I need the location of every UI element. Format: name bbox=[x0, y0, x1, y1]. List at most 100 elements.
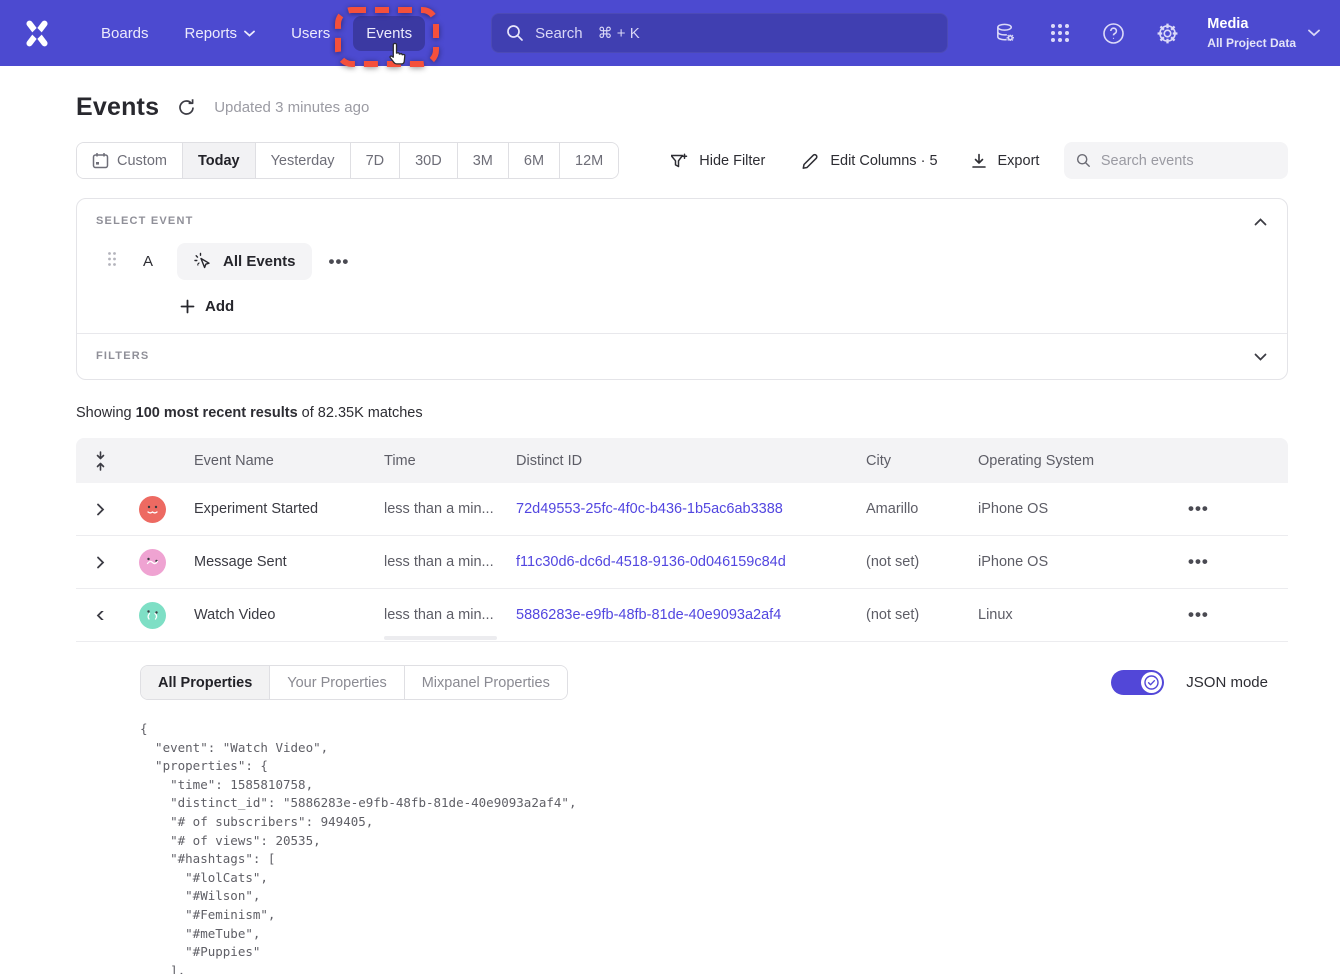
time-cell: less than a min... bbox=[370, 607, 502, 623]
drag-handle-icon[interactable] bbox=[107, 251, 119, 272]
calendar-icon bbox=[92, 152, 109, 169]
row-more-button[interactable]: ••• bbox=[1188, 552, 1209, 571]
event-more-button[interactable]: ••• bbox=[329, 252, 350, 272]
row-more-button[interactable]: ••• bbox=[1188, 499, 1209, 518]
project-name: Media bbox=[1207, 15, 1296, 35]
download-icon bbox=[970, 152, 988, 170]
nav-item-reports[interactable]: Reports bbox=[172, 16, 269, 51]
properties-tabs: All Properties Your Properties Mixpanel … bbox=[140, 665, 568, 700]
column-header-distinct-id[interactable]: Distinct ID bbox=[502, 453, 852, 469]
search-events-input[interactable] bbox=[1101, 153, 1276, 169]
edit-columns-button[interactable]: Edit Columns · 5 bbox=[801, 151, 937, 170]
nav-item-users[interactable]: Users bbox=[278, 16, 343, 51]
table-row: Experiment Started less than a min... 72… bbox=[76, 483, 1288, 536]
distinct-id-link[interactable]: 72d49553-25fc-4f0c-b436-1b5ac6ab3388 bbox=[516, 501, 783, 517]
date-range-3m[interactable]: 3M bbox=[458, 143, 509, 178]
chevron-down-icon[interactable] bbox=[1308, 24, 1320, 42]
toolbar: Custom Today Yesterday 7D 30D 3M 6M 12M … bbox=[76, 142, 1288, 179]
event-avatar bbox=[124, 602, 180, 629]
search-placeholder: Search bbox=[535, 25, 583, 42]
page-title: Events bbox=[76, 93, 159, 122]
help-icon[interactable] bbox=[1102, 22, 1125, 45]
chevron-down-icon bbox=[244, 30, 255, 37]
mixpanel-logo-icon[interactable] bbox=[20, 16, 54, 50]
add-event-label: Add bbox=[205, 298, 234, 315]
chevron-up-icon[interactable] bbox=[1254, 213, 1267, 231]
nav-items: Boards Reports Users Events bbox=[88, 16, 425, 51]
column-scrollbar-thumb[interactable] bbox=[384, 636, 497, 640]
check-icon bbox=[1144, 675, 1159, 690]
plus-icon bbox=[180, 299, 195, 314]
filters-section: FILTERS bbox=[77, 334, 1287, 379]
json-mode-label: JSON mode bbox=[1186, 674, 1268, 691]
search-icon bbox=[506, 24, 524, 42]
expand-row-icon[interactable] bbox=[76, 503, 124, 516]
column-header-city[interactable]: City bbox=[852, 453, 964, 469]
row-more-button[interactable]: ••• bbox=[1188, 605, 1209, 624]
date-range-label: 3M bbox=[473, 153, 493, 169]
json-mode-toggle[interactable] bbox=[1111, 670, 1164, 695]
project-selector[interactable]: Media All Project Data bbox=[1207, 15, 1296, 51]
event-selector-button[interactable]: All Events bbox=[177, 243, 312, 280]
search-shortcut-hint: ⌘ + K bbox=[598, 24, 640, 42]
event-json-viewer[interactable]: { "event": "Watch Video", "properties": … bbox=[140, 720, 1268, 974]
collapse-row-icon[interactable] bbox=[76, 611, 124, 620]
event-avatar bbox=[124, 549, 180, 576]
date-range-custom[interactable]: Custom bbox=[77, 143, 183, 178]
date-range-label: Yesterday bbox=[271, 153, 335, 169]
expand-row-icon[interactable] bbox=[76, 556, 124, 569]
search-events-field[interactable] bbox=[1064, 142, 1288, 179]
add-event-button[interactable]: Add bbox=[180, 298, 1268, 315]
distinct-id-link[interactable]: 5886283e-e9fb-48fb-81de-40e9093a2af4 bbox=[516, 607, 781, 623]
events-table: Event Name Time Distinct ID City Operati… bbox=[76, 438, 1288, 974]
date-range-label: Today bbox=[198, 153, 240, 169]
clause-letter: A bbox=[143, 253, 157, 270]
hide-filter-button[interactable]: Hide Filter bbox=[669, 151, 765, 170]
date-range-control: Custom Today Yesterday 7D 30D 3M 6M 12M bbox=[76, 142, 619, 179]
date-range-12m[interactable]: 12M bbox=[560, 143, 618, 178]
event-detail-panel: All Properties Your Properties Mixpanel … bbox=[76, 642, 1288, 974]
date-range-label: 12M bbox=[575, 153, 603, 169]
nav-item-label: Reports bbox=[185, 25, 238, 42]
date-range-label: 7D bbox=[366, 153, 385, 169]
time-cell: less than a min... bbox=[370, 554, 502, 570]
column-header-event-name[interactable]: Event Name bbox=[180, 453, 370, 469]
global-search-input[interactable]: Search ⌘ + K bbox=[491, 13, 948, 53]
collapse-rows-icon[interactable] bbox=[76, 451, 124, 471]
project-subtitle: All Project Data bbox=[1207, 35, 1296, 51]
summary-suffix: of 82.35K matches bbox=[298, 405, 423, 421]
date-range-7d[interactable]: 7D bbox=[351, 143, 401, 178]
settings-icon[interactable] bbox=[1156, 22, 1179, 45]
tab-all-properties[interactable]: All Properties bbox=[141, 666, 270, 699]
date-range-yesterday[interactable]: Yesterday bbox=[256, 143, 351, 178]
tab-your-properties[interactable]: Your Properties bbox=[270, 666, 404, 699]
export-button[interactable]: Export bbox=[970, 152, 1040, 170]
nav-item-events[interactable]: Events bbox=[353, 16, 425, 51]
distinct-id-link[interactable]: f11c30d6-dc6d-4518-9136-0d046159c84d bbox=[516, 554, 786, 570]
pencil-icon bbox=[801, 151, 820, 170]
chevron-down-icon[interactable] bbox=[1254, 348, 1267, 366]
table-row: Message Sent less than a min... f11c30d6… bbox=[76, 536, 1288, 589]
tab-mixpanel-properties[interactable]: Mixpanel Properties bbox=[405, 666, 567, 699]
event-name-cell: Watch Video bbox=[180, 607, 370, 623]
toggle-knob bbox=[1141, 672, 1162, 693]
navbar-icon-cluster bbox=[994, 22, 1179, 45]
nav-item-boards[interactable]: Boards bbox=[88, 16, 162, 51]
summary-count: 100 most recent results bbox=[136, 405, 298, 421]
date-range-30d[interactable]: 30D bbox=[400, 143, 458, 178]
date-range-6m[interactable]: 6M bbox=[509, 143, 560, 178]
data-sources-icon[interactable] bbox=[994, 22, 1017, 45]
filters-label: FILTERS bbox=[96, 350, 1268, 362]
select-event-section: SELECT EVENT A bbox=[77, 199, 1287, 333]
select-event-label: SELECT EVENT bbox=[96, 215, 1268, 227]
nav-item-label: Events bbox=[366, 25, 412, 42]
cursor-sparkle-icon bbox=[193, 251, 214, 272]
column-header-os[interactable]: Operating System bbox=[964, 453, 1174, 469]
column-header-time[interactable]: Time bbox=[370, 453, 502, 469]
date-range-today[interactable]: Today bbox=[183, 143, 256, 178]
export-label: Export bbox=[998, 153, 1040, 169]
selected-event-label: All Events bbox=[223, 253, 296, 270]
hide-filter-label: Hide Filter bbox=[699, 153, 765, 169]
apps-grid-icon[interactable] bbox=[1048, 22, 1071, 45]
refresh-icon[interactable] bbox=[177, 98, 196, 117]
